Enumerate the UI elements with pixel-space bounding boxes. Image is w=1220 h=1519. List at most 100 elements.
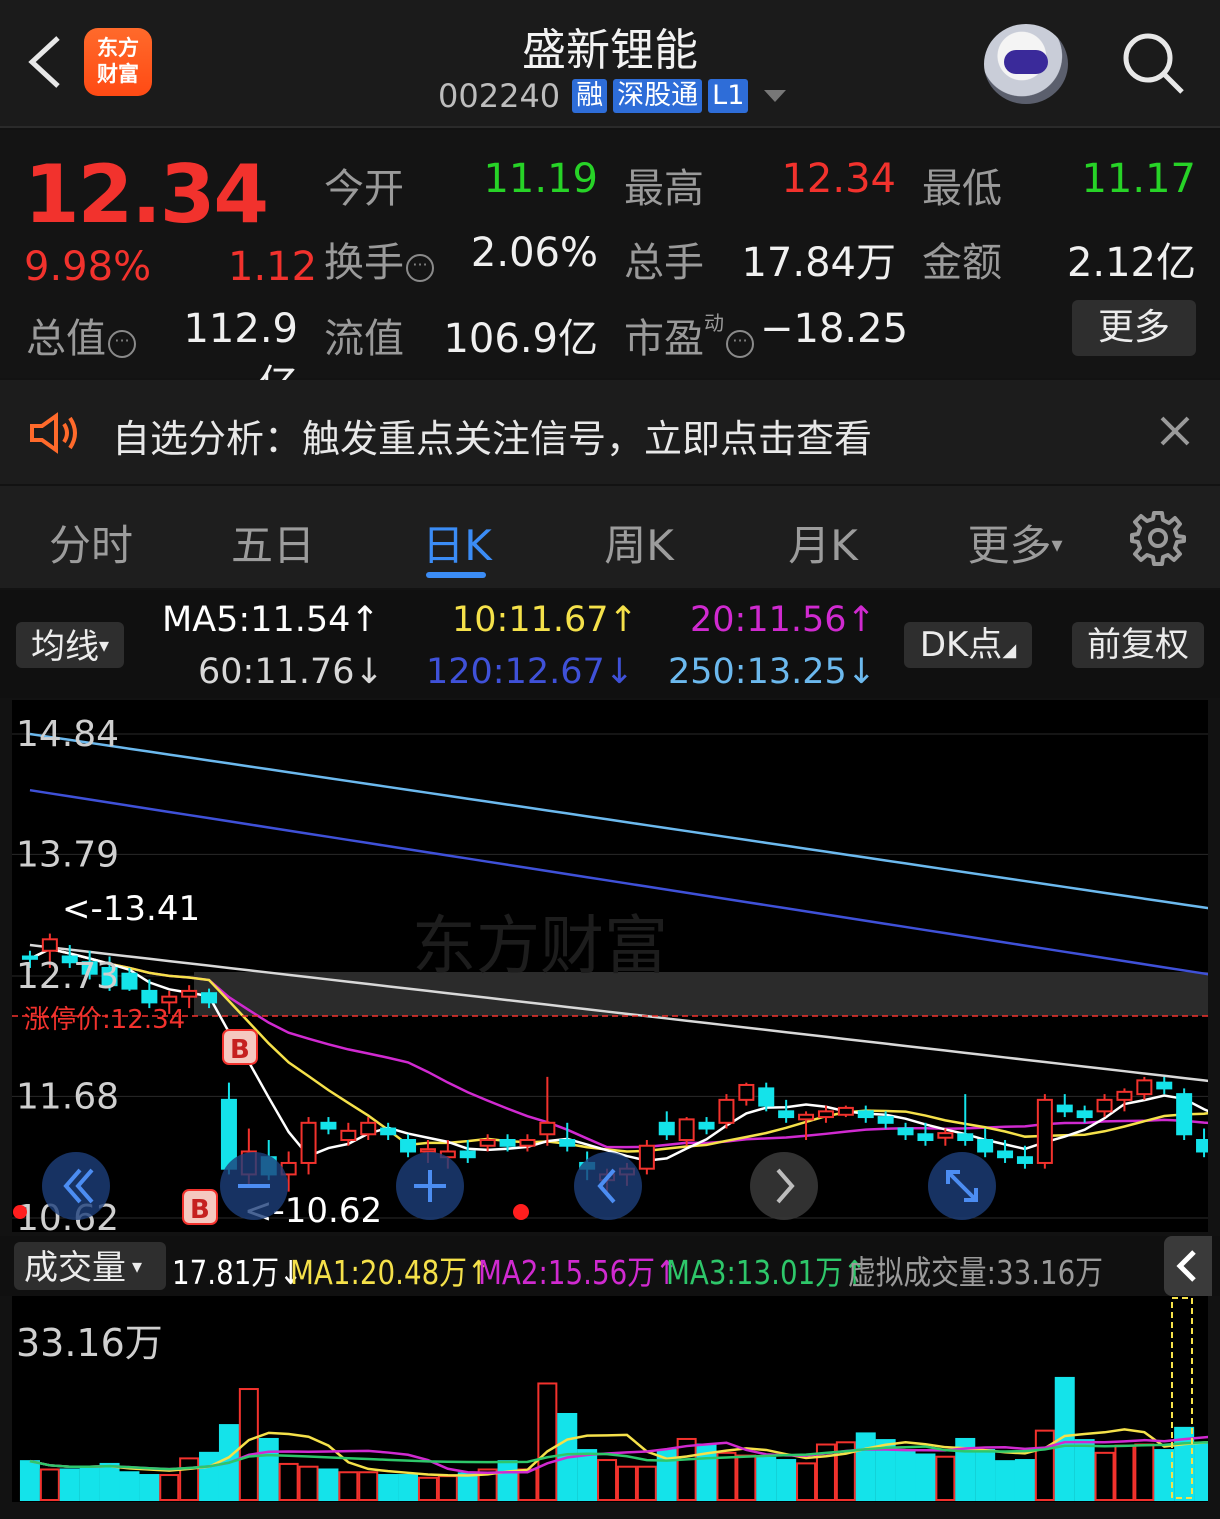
candle-body: [519, 1139, 536, 1147]
volume-bar: [497, 1460, 518, 1501]
volume-indicator-select[interactable]: 成交量 ▾: [14, 1242, 166, 1290]
candle-body: [459, 1150, 476, 1159]
candle-body: [320, 1121, 337, 1130]
volume-bar: [398, 1474, 419, 1501]
turnover-label[interactable]: 换手 ···: [324, 230, 434, 288]
ma-type-select[interactable]: 均线▾: [16, 622, 124, 668]
scroll-left-fast-button[interactable]: [42, 1152, 110, 1220]
low-value: 11.17: [1081, 156, 1196, 202]
volume-bar: [597, 1459, 618, 1501]
tab-intraday[interactable]: 分时: [16, 512, 166, 573]
info-icon[interactable]: ···: [726, 330, 754, 358]
robot-visor-icon: [1004, 50, 1048, 74]
tab-more[interactable]: 更多▾: [950, 512, 1080, 573]
tab-monthly-k[interactable]: 月K: [748, 512, 898, 573]
gear-icon[interactable]: [1130, 510, 1186, 566]
collapse-panel-button[interactable]: [1164, 1236, 1212, 1296]
candlestick-chart[interactable]: 东方财富 14.8413.7912.7311.6810.62 涨停价:12.34…: [12, 700, 1208, 1232]
candle-body: [220, 1098, 237, 1170]
stock-code: 002240: [438, 77, 561, 115]
eastmoney-logo[interactable]: 东方 财富: [84, 28, 152, 96]
tab-daily-k[interactable]: 日K: [382, 512, 532, 573]
notice-text[interactable]: 自选分析：触发重点关注信号，立即点击查看: [112, 408, 872, 463]
volume-bar: [636, 1465, 657, 1502]
candle-body: [897, 1127, 914, 1136]
volume-bar: [935, 1455, 956, 1501]
back-icon[interactable]: [22, 34, 66, 90]
scroll-left-button[interactable]: [574, 1152, 642, 1220]
volume-bar: [79, 1465, 100, 1502]
buy-marker[interactable]: B: [182, 1189, 218, 1225]
pe-label-text: 市盈: [624, 316, 704, 362]
ma250-text: 250:13.25: [668, 652, 847, 692]
tab-five-day[interactable]: 五日: [198, 512, 348, 573]
down-arrow-icon: ↓: [604, 652, 635, 692]
chevron-down-icon[interactable]: [764, 90, 787, 102]
candle-body: [877, 1116, 894, 1124]
info-icon[interactable]: ···: [406, 254, 434, 282]
open-value: 11.19: [483, 156, 598, 202]
vol-ma2: MA2:15.56万↑: [478, 1253, 679, 1292]
scroll-right-button[interactable]: [750, 1152, 818, 1220]
volume-bar: [179, 1457, 200, 1501]
tab-weekly-k[interactable]: 周K: [564, 512, 714, 573]
turnover-label-text: 换手: [324, 240, 404, 286]
candle-body: [678, 1118, 695, 1142]
virtual-volume: 虚拟成交量:33.16万: [848, 1253, 1104, 1292]
volume-chart[interactable]: 33.16万: [12, 1296, 1208, 1502]
candle-body: [758, 1087, 775, 1107]
candle-body: [957, 1133, 974, 1142]
candle-body: [658, 1121, 675, 1136]
ma20-text: 20:11.56: [690, 600, 847, 640]
float-cap-label: 流值: [324, 316, 404, 362]
volume-bar: [1194, 1443, 1208, 1501]
pe-label[interactable]: 市盈动···: [624, 306, 754, 364]
volume-bar: [577, 1449, 598, 1502]
candle-body: [161, 995, 178, 1004]
signal-dot: [13, 1205, 27, 1219]
volume-bar: [338, 1471, 359, 1502]
active-tab-indicator: [426, 572, 486, 578]
current-volume: 17.81万↓: [172, 1246, 302, 1294]
dk-point-button[interactable]: DK点◢: [904, 622, 1032, 668]
volume-bar: [855, 1432, 876, 1502]
mkt-cap-label[interactable]: 总值 ···: [26, 306, 136, 364]
pe-value: −18.25: [760, 306, 909, 352]
candle-body: [201, 992, 218, 1004]
volume-bar: [199, 1451, 220, 1502]
forward-adjust-button[interactable]: 前复权: [1072, 622, 1204, 668]
close-icon[interactable]: [1160, 416, 1190, 446]
candle-body: [499, 1139, 516, 1147]
ma-type-label: 均线: [30, 627, 99, 667]
high-label: 最高: [624, 166, 704, 212]
fullscreen-button[interactable]: [928, 1152, 996, 1220]
volume-bar: [895, 1450, 916, 1502]
candle-body: [380, 1127, 397, 1136]
search-icon[interactable]: [1120, 30, 1186, 96]
volume-bar: [1094, 1451, 1115, 1502]
volume-bar: [258, 1437, 279, 1501]
zoom-in-button[interactable]: [396, 1152, 464, 1220]
volume-bar: [457, 1472, 478, 1501]
candle-body: [181, 989, 198, 998]
vol-ma2-name: MA2: [478, 1253, 539, 1292]
buy-marker[interactable]: B: [222, 1029, 258, 1065]
more-fields-button[interactable]: 更多: [1072, 300, 1196, 356]
speaker-icon: [30, 412, 77, 454]
vol-ma1: MA1:20.48万↑: [290, 1253, 491, 1292]
triangle-down-icon: ▾: [132, 1254, 143, 1278]
candle-body: [1036, 1098, 1053, 1164]
stock-subtitle[interactable]: 002240 融 深股通 L1: [438, 77, 787, 115]
candle-body: [1176, 1093, 1193, 1136]
candle-body: [41, 938, 58, 952]
dk-point-label: DK点: [919, 625, 1003, 665]
info-icon[interactable]: ···: [108, 330, 136, 358]
ma20-value: 20:11.56↑: [690, 600, 876, 640]
candle-body: [340, 1129, 357, 1142]
change-percent: 9.98%: [24, 244, 152, 290]
candle-body: [559, 1139, 576, 1147]
candle-body: [539, 1121, 556, 1136]
limit-up-label: 涨停价:12.34: [24, 1005, 185, 1035]
zoom-out-button[interactable]: [220, 1152, 288, 1220]
candle-body: [400, 1139, 417, 1153]
